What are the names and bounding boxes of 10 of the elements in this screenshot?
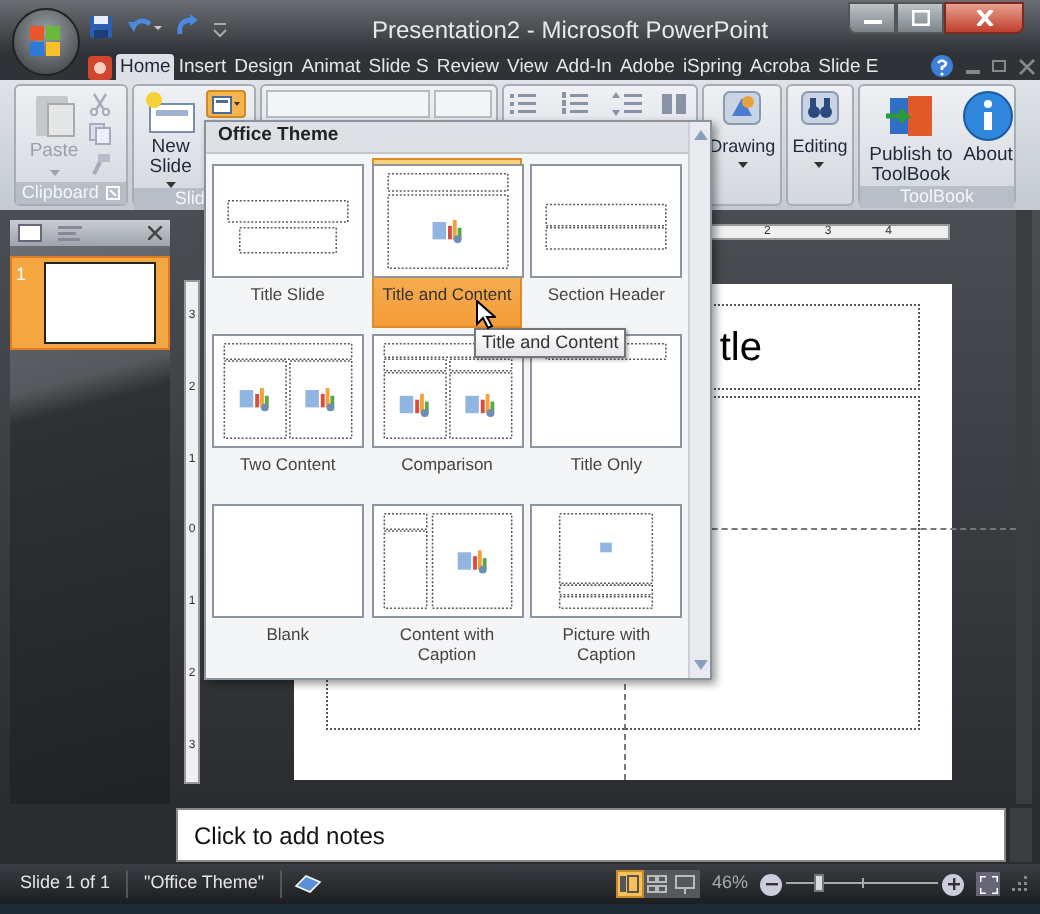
tooltip: Title and Content: [474, 328, 627, 358]
notes-placeholder: Click to add notes: [194, 819, 385, 853]
group-label: Clipboard: [21, 182, 99, 204]
title-text: tle: [719, 323, 762, 373]
group-label: Slid: [174, 188, 205, 208]
gallery-title: Office Theme: [218, 122, 339, 151]
slide-info: Slide 1 of 1: [20, 870, 129, 898]
window-title: Presentation2 - Microsoft PowerPoint: [372, 14, 769, 48]
slide-number: 1: [16, 262, 29, 288]
group-label: ToolBook: [899, 186, 974, 206]
